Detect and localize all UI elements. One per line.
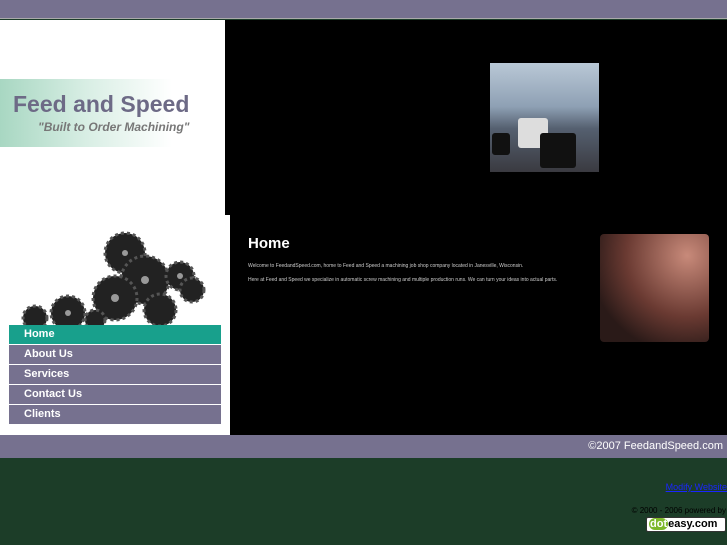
site-logo: Feed and Speed "Built to Order Machining… [0, 79, 215, 147]
nav-about-us[interactable]: About Us [9, 345, 221, 364]
header-banner [225, 20, 727, 215]
badge-rest: easy.com [668, 518, 718, 530]
logo-title: Feed and Speed [13, 91, 190, 117]
city-traffic-image [490, 63, 599, 172]
doteasy-badge[interactable]: doteasy.com [646, 517, 726, 532]
modify-website-link[interactable]: Modify Website [666, 482, 727, 492]
footer-copyright: ©2007 FeedandSpeed.com [0, 435, 727, 458]
gears-image [21, 231, 206, 326]
main-nav: Home About Us Services Contact Us Client… [9, 325, 221, 425]
powered-by-text: © 2000 - 2006 powered by [631, 506, 726, 515]
page-title: Home [248, 235, 290, 252]
nav-home[interactable]: Home [9, 325, 221, 344]
intro-paragraph: Welcome to FeedandSpeed.com, home to Fee… [248, 263, 524, 269]
bearing-image [600, 234, 709, 342]
badge-dot: dot [649, 518, 669, 530]
top-bar [0, 0, 727, 19]
services-paragraph: Here at Feed and Speed we specialize in … [248, 277, 558, 283]
logo-tagline: "Built to Order Machining" [38, 120, 190, 134]
nav-contact-us[interactable]: Contact Us [9, 385, 221, 404]
nav-clients[interactable]: Clients [9, 405, 221, 424]
nav-services[interactable]: Services [9, 365, 221, 384]
